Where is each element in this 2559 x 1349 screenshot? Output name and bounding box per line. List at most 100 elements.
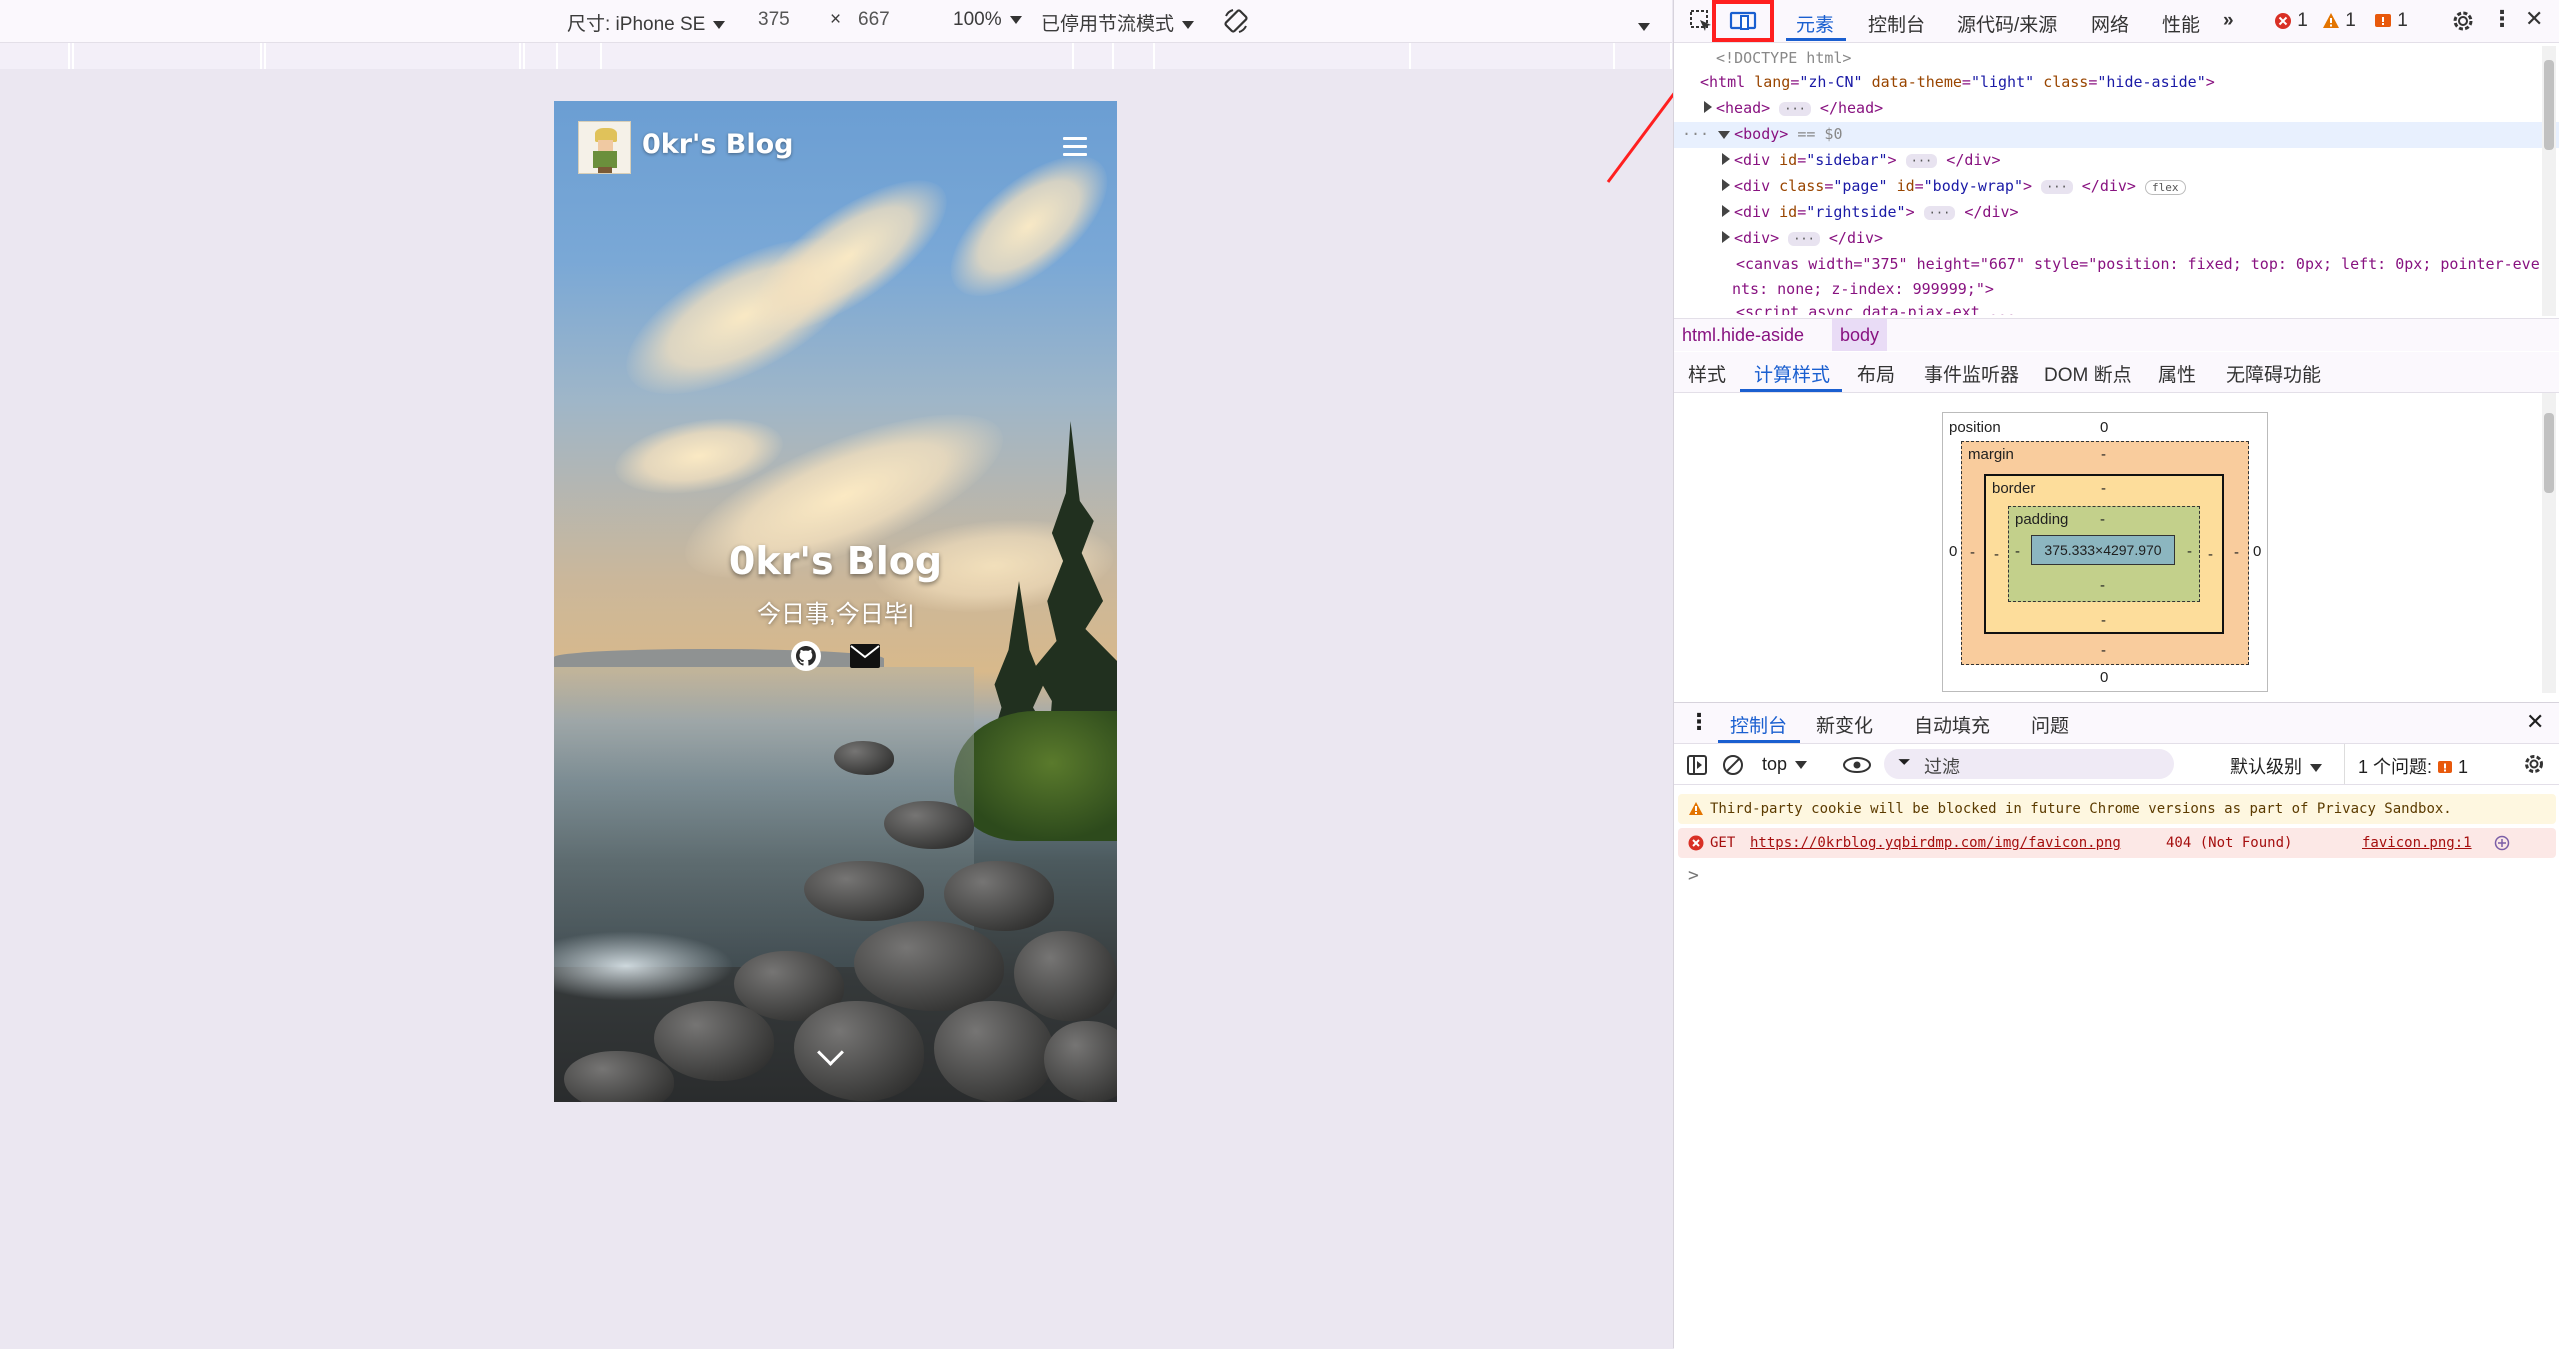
tab-elements[interactable]: 元素 [1796,10,1834,37]
dom-div-node[interactable]: <div> ··· </div> [1722,229,2559,247]
annotation-highlight-box [1712,0,1774,42]
styles-subtabs: 样式 计算样式 布局 事件监听器 DOM 断点 属性 无障碍功能 [1674,352,2559,393]
sidebar-toggle-icon[interactable] [1686,754,1708,781]
box-position[interactable]: position 0 0 0 0 margin - - - - border -… [1942,412,2268,692]
box-padding[interactable]: padding - - - - 375.333×4297.970 [2008,506,2200,602]
filter-icon: ⏷ [1898,754,1911,771]
tab-performance[interactable]: 性能 [2162,10,2200,37]
context-select[interactable]: top [1762,754,1808,775]
drawer-close-icon[interactable]: ✕ [2526,709,2544,735]
more-options-icon[interactable]: ⋮ [2491,6,2513,32]
tab-properties[interactable]: 属性 [2158,360,2196,387]
device-height-input[interactable]: 667 [858,9,890,31]
drawer-menu-icon[interactable]: ⋮ [1688,709,1710,735]
tab-styles[interactable]: 样式 [1688,360,1726,387]
console-settings-gear-icon[interactable] [2522,752,2546,781]
error-counter[interactable]: 1 [2274,10,2308,32]
zoom-select[interactable]: 100% [953,9,1022,31]
console-warning-message[interactable]: Third-party cookie will be blocked in fu… [1678,794,2556,824]
drawer-tab-console[interactable]: 控制台 [1730,711,1787,738]
email-icon[interactable] [850,644,880,676]
site-title: 0kr's Blog [728,539,943,583]
throttle-select[interactable]: 已停用节流模式 [1041,9,1195,36]
breadcrumb: html.hide-aside body [1674,318,2559,351]
error-method: GET [1710,835,1736,851]
warning-counter[interactable]: 1 [2322,10,2356,32]
box-content[interactable]: 375.333×4297.970 [2031,535,2175,565]
chevron-down-icon [1795,761,1808,770]
tab-network[interactable]: 网络 [2091,10,2129,37]
dom-head-node[interactable]: <head> ··· </head> [1704,99,2559,117]
error-count: 1 [2297,10,2308,31]
drawer-tab-autofill[interactable]: 自动填充 [1914,711,1990,738]
dom-doctype[interactable]: <!DOCTYPE html> [1716,49,2559,67]
breadcrumb-html[interactable]: html.hide-aside [1682,325,1804,346]
dom-canvas-node[interactable]: <canvas width="375" height="667" style="… [1736,255,2556,273]
warning-text: Third-party cookie will be blocked in fu… [1710,801,2452,817]
issues-summary[interactable]: 1 个问题: 1 [2358,753,2468,779]
device-toolbar: 尺寸: iPhone SE 375 × 667 100% 已停用节流模式 [0,0,1672,43]
log-level-select[interactable]: 默认级别 [2230,753,2322,779]
issues-label: 1 个问题: [2358,757,2433,777]
warning-count: 1 [2345,10,2356,31]
zoom-label: 100% [953,9,1002,30]
device-dimensions-select[interactable]: 尺寸: iPhone SE [567,9,726,36]
hamburger-menu-icon[interactable] [1063,137,1087,157]
dom-script-node[interactable]: <script async data-pjax-ext ... [1736,303,2559,315]
position-bottom-value: 0 [2100,669,2109,686]
issue-count: 1 [2397,10,2408,31]
box-margin[interactable]: margin - - - - border - - - - padding - … [1961,441,2249,665]
drawer-tab-whats-new[interactable]: 新变化 [1816,711,1873,738]
tab-layout[interactable]: 布局 [1857,360,1895,387]
drawer-tab-issues[interactable]: 问题 [2031,711,2069,738]
dom-scrollbar[interactable] [2542,46,2556,316]
media-query-bar[interactable] [0,43,1672,69]
dom-canvas-node-cont: nts: none; z-index: 999999;"> [1732,280,1994,298]
drawer-active-indicator [1718,740,1800,743]
console-filter-input[interactable]: ⏷ 过滤 [1884,749,2174,779]
flex-badge[interactable]: flex [2145,180,2186,195]
network-request-icon[interactable] [2494,835,2510,851]
log-level-label: 默认级别 [2230,757,2302,777]
close-icon[interactable]: ✕ [2525,6,2543,32]
breadcrumb-body[interactable]: body [1832,319,1888,351]
avatar[interactable] [578,121,631,174]
issue-counter[interactable]: 1 [2374,10,2408,32]
console-error-message[interactable]: GET https://0krblog.yqbirdmp.com/img/fav… [1678,828,2556,858]
clear-console-icon[interactable] [1722,754,1744,781]
chevron-down-icon [1009,15,1022,24]
box-border[interactable]: border - - - - padding - - - - 375.333×4… [1984,474,2224,634]
position-top-value: 0 [2100,419,2109,436]
console-prompt[interactable]: > [1688,865,2559,886]
device-viewport[interactable]: 0kr's Blog 0kr's Blog 今日事,今日毕| [554,101,1117,1102]
more-tabs-icon[interactable]: » [2223,10,2234,32]
settings-gear-icon[interactable] [2450,8,2476,40]
dom-rightside-node[interactable]: <div id="rightside"> ··· </div> [1722,203,2559,221]
active-subtab-indicator [1740,389,1842,392]
device-dimensions-label: 尺寸: iPhone SE [567,14,706,35]
tab-console[interactable]: 控制台 [1868,10,1925,37]
dom-html-node[interactable]: <html lang="zh-CN" data-theme="light" cl… [1700,73,2559,91]
rotate-icon[interactable] [1222,7,1250,41]
live-expression-eye-icon[interactable] [1842,754,1872,781]
issues-count: 1 [2458,757,2469,777]
tab-accessibility[interactable]: 无障碍功能 [2226,360,2321,387]
device-width-input[interactable]: 375 [758,9,790,31]
chevron-down-icon [1182,20,1195,29]
times-label: × [830,9,842,30]
margin-label: margin [1968,446,2014,463]
dom-sidebar-node[interactable]: <div id="sidebar"> ··· </div> [1722,151,2559,169]
dom-bodywrap-node[interactable]: <div class="page" id="body-wrap"> ··· </… [1722,177,2559,195]
chevron-down-icon [713,20,726,29]
styles-scrollbar[interactable] [2542,393,2556,693]
inspect-element-icon[interactable] [1688,8,1714,40]
error-source-link[interactable]: favicon.png:1 [2362,835,2472,851]
tab-sources[interactable]: 源代码/来源 [1957,10,2057,37]
dom-body-node[interactable]: ··· <body> == $0 [1682,125,2559,143]
error-url-link[interactable]: https://0krblog.yqbirdmp.com/img/favicon… [1750,835,2121,851]
tab-computed[interactable]: 计算样式 [1754,360,1830,387]
tab-event-listeners[interactable]: 事件监听器 [1924,360,2019,387]
blog-brand[interactable]: 0kr's Blog [642,129,794,160]
github-icon[interactable] [790,640,822,672]
tab-dom-breakpoints[interactable]: DOM 断点 [2044,360,2132,387]
